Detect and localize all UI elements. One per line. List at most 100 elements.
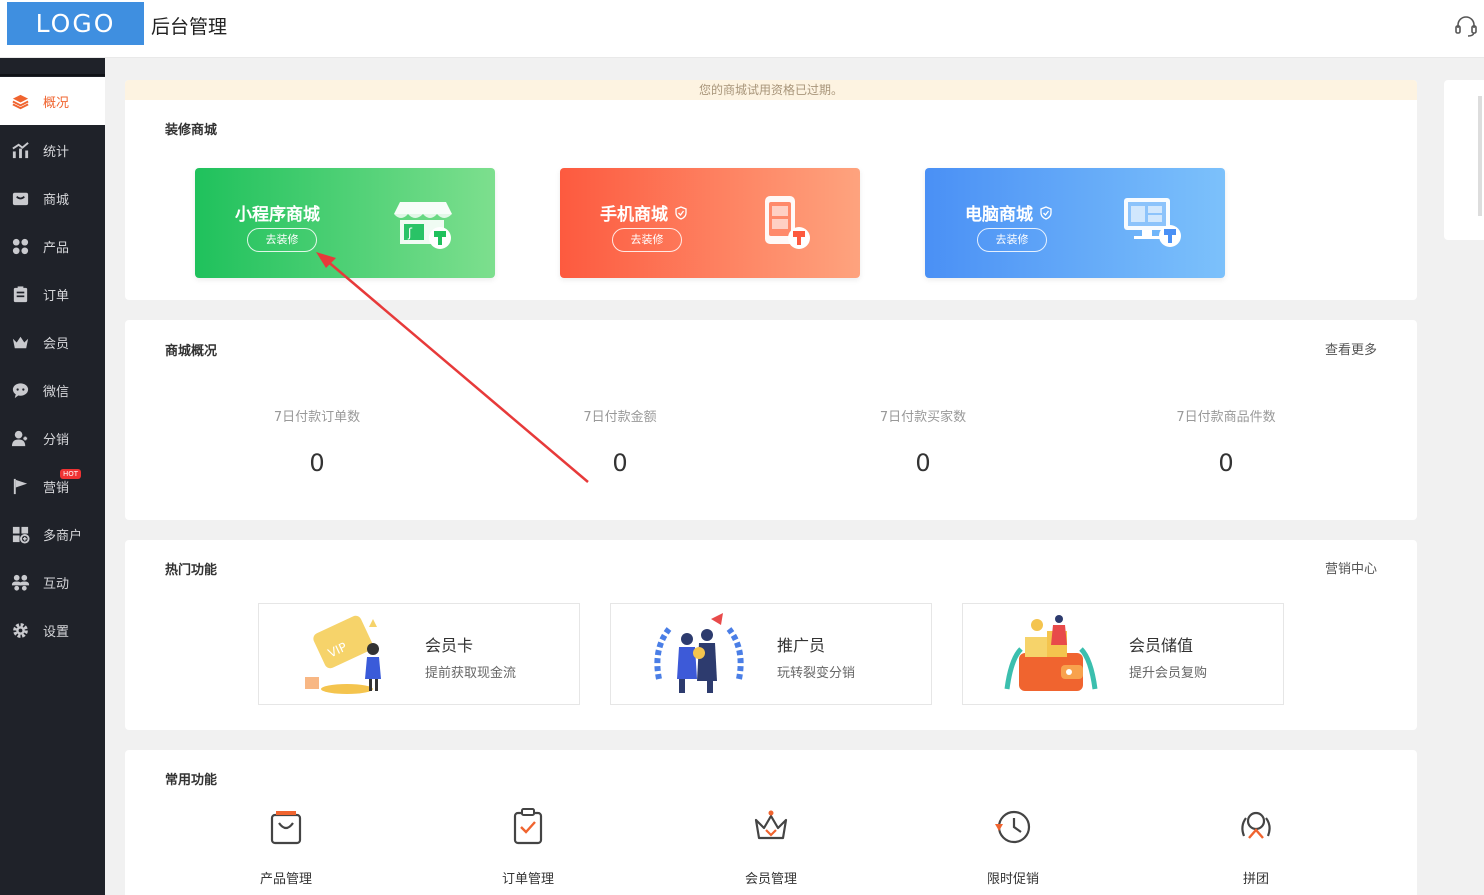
marketing-center-link[interactable]: 营销中心 <box>1325 558 1377 577</box>
top-header: LOGO 后台管理 <box>0 0 1484 58</box>
sidebar-item-interaction[interactable]: 互动 <box>0 558 105 606</box>
stat-label: 7日付款商品件数 <box>1176 410 1276 425</box>
decorate-title: 装修商城 <box>165 123 218 138</box>
layers-icon <box>10 91 30 111</box>
group-icon <box>1241 811 1271 839</box>
sidebar-item-label: 会员 <box>43 336 70 352</box>
stat-label: 7日付款订单数 <box>273 410 361 425</box>
mobile-store-card[interactable]: 手机商城 去装修 <box>560 168 860 278</box>
app-title: 后台管理 <box>151 16 228 38</box>
stat-value: 0 <box>612 449 628 477</box>
hot-badge: HOT <box>60 469 82 479</box>
logo[interactable]: LOGO <box>7 2 144 45</box>
tool-label: 产品管理 <box>259 872 312 887</box>
member-card-feature[interactable]: VIP 会员卡 提前获取现金流 <box>258 603 580 705</box>
sidebar-top-strip <box>0 58 105 76</box>
overview-panel: 商城概况 查看更多 7日付款订单数 0 7日付款金额 0 7日付款买家数 0 7… <box>125 320 1417 520</box>
feature-subtitle: 玩转裂变分销 <box>777 666 856 681</box>
sidebar-item-label: 商城 <box>43 192 70 208</box>
store-icon <box>10 188 30 208</box>
vip-card-illustration: VIP <box>305 615 381 694</box>
bag-icon <box>270 811 302 845</box>
sidebar-item-overview[interactable]: 概况 <box>0 77 105 125</box>
member-management-tool[interactable]: 会员管理 <box>711 806 831 887</box>
common-title: 常用功能 <box>165 773 218 788</box>
stat-buyers: 7日付款买家数 0 <box>823 406 1023 477</box>
shield-check-icon <box>675 205 687 220</box>
sidebar-item-products[interactable]: 产品 <box>0 222 105 270</box>
sidebar-item-settings[interactable]: 设置 <box>0 606 105 654</box>
feature-title: 会员储值 <box>1129 636 1194 655</box>
sidebar-item-wechat[interactable]: 微信 <box>0 366 105 414</box>
miniprogram-store-card[interactable]: 小程序商城 去装修 ʃ <box>195 168 495 278</box>
sidebar-item-label: 互动 <box>43 576 70 592</box>
stat-label: 7日付款金额 <box>583 410 657 425</box>
view-more-link[interactable]: 查看更多 <box>1325 339 1377 358</box>
wechat-icon <box>10 380 30 400</box>
sidebar-item-stats[interactable]: 统计 <box>0 126 105 174</box>
clipboard-icon <box>513 808 543 845</box>
card-name: 小程序商城 <box>235 205 320 225</box>
decorate-panel: 您的商城试用资格已过期。 装修商城 小程序商城 去装修 ʃ 手机商城 去装修 电… <box>125 80 1417 300</box>
order-management-tool[interactable]: 订单管理 <box>468 806 588 887</box>
sidebar-item-members[interactable]: 会员 <box>0 318 105 366</box>
stat-value: 0 <box>915 449 931 477</box>
sidebar-item-distribution[interactable]: 分销 <box>0 414 105 462</box>
sidebar-item-label: 多商户 <box>43 528 83 544</box>
wallet-illustration <box>1004 615 1098 691</box>
interact-icon <box>10 572 30 592</box>
product-management-tool[interactable]: 产品管理 <box>226 806 346 887</box>
trial-expired-notice: 您的商城试用资格已过期。 <box>125 80 1417 100</box>
sidebar-item-label: 概况 <box>43 95 70 111</box>
member-recharge-feature[interactable]: 会员储值 提升会员复购 <box>962 603 1284 705</box>
feature-title: 推广员 <box>777 636 826 655</box>
sidebar-item-store[interactable]: 商城 <box>0 174 105 222</box>
feature-subtitle: 提前获取现金流 <box>425 666 517 681</box>
hot-functions-panel: 热门功能 营销中心 VIP 会员卡 提前获取现金流 推广员 玩转裂变分销 会员储… <box>125 540 1417 730</box>
group-buy-tool[interactable]: 拼团 <box>1196 806 1316 887</box>
feature-title: 会员卡 <box>425 636 474 655</box>
flash-sale-tool[interactable]: 限时促销 <box>953 806 1073 887</box>
right-floating-panel <box>1444 80 1484 240</box>
headset-icon[interactable] <box>1453 13 1479 39</box>
sidebar-item-marketing[interactable]: 营销 HOT <box>0 462 105 510</box>
decorate-button[interactable]: 去装修 <box>612 228 682 252</box>
tool-label: 订单管理 <box>501 872 554 887</box>
flag-icon <box>10 476 30 496</box>
overview-title: 商城概况 <box>165 344 218 359</box>
right-panel-scroll[interactable] <box>1478 96 1482 216</box>
multi-store-icon <box>10 524 30 544</box>
stat-amount: 7日付款金额 0 <box>520 406 720 477</box>
crown-icon <box>10 332 30 352</box>
sidebar-item-label: 分销 <box>43 432 70 448</box>
grid-icon <box>10 236 30 256</box>
promoter-feature[interactable]: 推广员 玩转裂变分销 <box>610 603 932 705</box>
decorate-button[interactable]: 去装修 <box>247 228 317 252</box>
stat-label: 7日付款买家数 <box>879 410 967 425</box>
tool-label: 限时促销 <box>986 872 1039 887</box>
card-name: 手机商城 <box>600 200 688 225</box>
mobile-phone-icon <box>765 196 810 249</box>
sidebar-item-orders[interactable]: 订单 <box>0 270 105 318</box>
sidebar-item-label: 产品 <box>43 240 70 256</box>
promoter-illustration <box>654 613 744 693</box>
stat-items: 7日付款商品件数 0 <box>1126 406 1326 477</box>
feature-subtitle: 提升会员复购 <box>1129 666 1208 681</box>
users-icon <box>10 428 30 448</box>
stat-value: 0 <box>309 449 325 477</box>
pc-store-card[interactable]: 电脑商城 去装修 <box>925 168 1225 278</box>
common-functions-panel: 常用功能 产品管理 订单管理 会员管理 限时促销 拼团 <box>125 750 1417 895</box>
sidebar-item-label: 营销 <box>43 480 70 496</box>
card-name: 电脑商城 <box>965 200 1053 225</box>
shield-check-icon <box>1040 205 1052 220</box>
stat-orders: 7日付款订单数 0 <box>217 406 417 477</box>
sidebar-item-label: 统计 <box>43 144 70 160</box>
stat-value: 0 <box>1218 449 1234 477</box>
sidebar-item-label: 订单 <box>43 288 70 304</box>
sidebar-item-multi-merchant[interactable]: 多商户 <box>0 510 105 558</box>
tool-label: 会员管理 <box>744 872 797 887</box>
tool-label: 拼团 <box>1242 872 1269 887</box>
order-icon <box>10 284 30 304</box>
sidebar-item-label: 设置 <box>43 624 70 640</box>
decorate-button[interactable]: 去装修 <box>977 228 1047 252</box>
